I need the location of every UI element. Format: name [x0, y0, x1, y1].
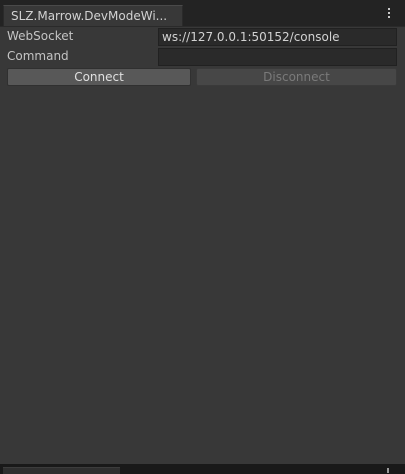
websocket-input[interactable]: ws://127.0.0.1:50152/console	[158, 28, 397, 46]
websocket-row: WebSocket ws://127.0.0.1:50152/console	[7, 28, 397, 46]
tab-devmode-window[interactable]: SLZ.Marrow.DevModeWi...	[3, 5, 183, 27]
more-options-icon[interactable]	[385, 8, 393, 22]
command-label: Command	[7, 49, 69, 63]
button-row: Connect Disconnect	[7, 68, 397, 86]
command-input[interactable]	[158, 48, 397, 66]
command-row: Command	[7, 48, 397, 66]
editor-window: SLZ.Marrow.DevModeWi... WebSocket ws://1…	[0, 0, 405, 474]
tab-bar: SLZ.Marrow.DevModeWi...	[0, 0, 405, 27]
connect-button[interactable]: Connect	[7, 68, 191, 86]
bottom-dock	[0, 464, 405, 474]
websocket-label: WebSocket	[7, 29, 74, 43]
tab-title: SLZ.Marrow.DevModeWi...	[11, 9, 168, 23]
content-panel: WebSocket ws://127.0.0.1:50152/console C…	[0, 26, 405, 464]
bottom-more-options-icon[interactable]	[387, 468, 389, 473]
disconnect-button[interactable]: Disconnect	[196, 68, 397, 86]
